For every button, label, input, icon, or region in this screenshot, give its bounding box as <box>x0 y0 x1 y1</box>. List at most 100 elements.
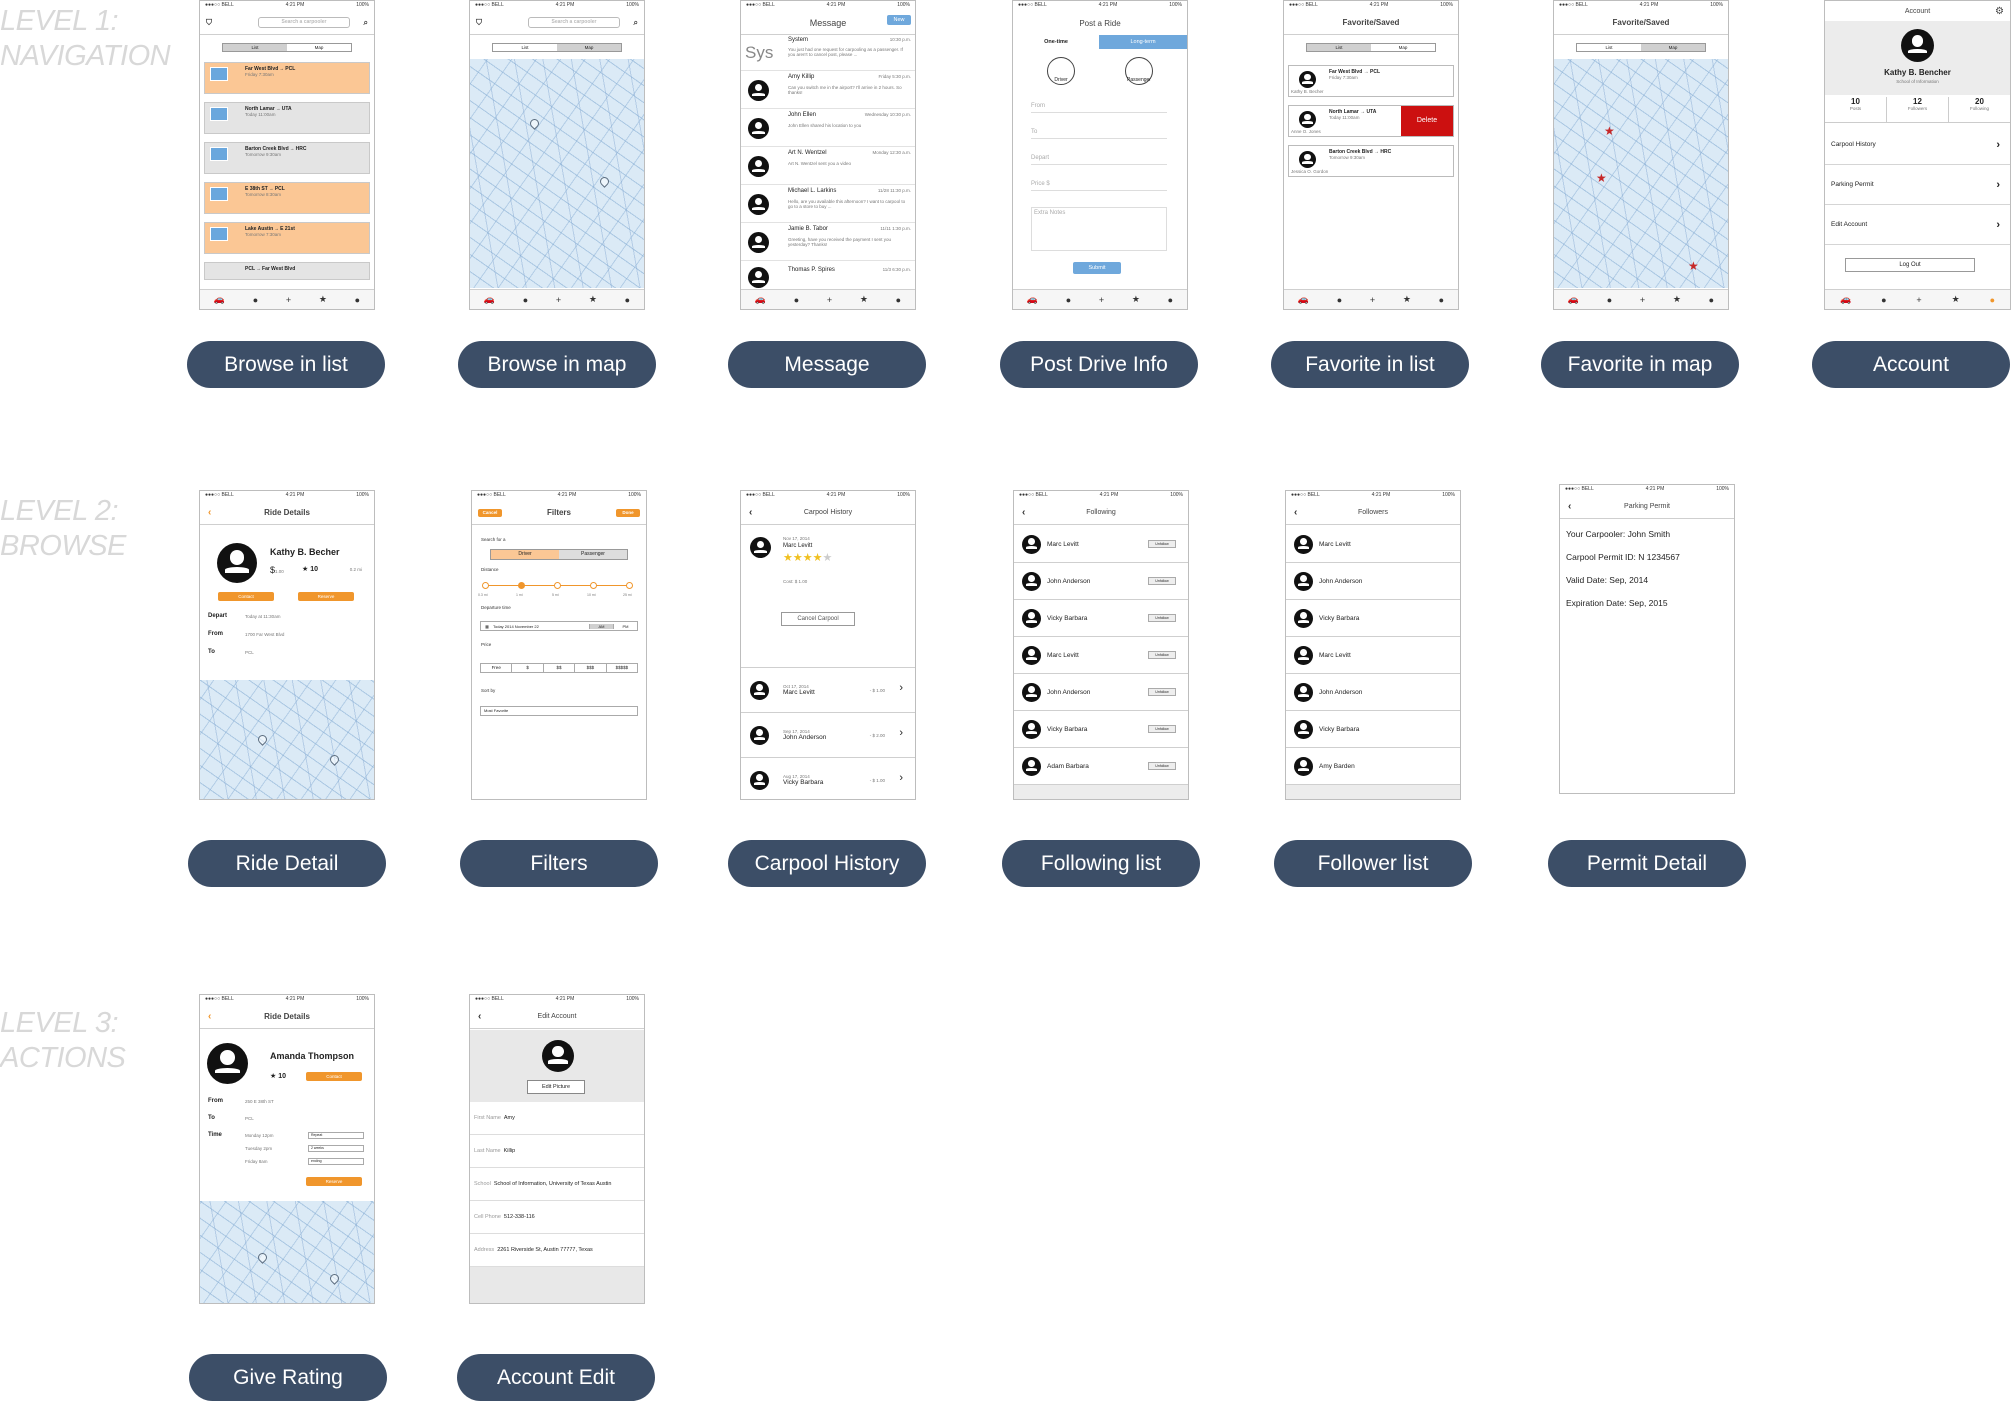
star-icon[interactable]: ★ <box>860 294 868 305</box>
history-row[interactable]: Sep 17, 2014 John Anderson - $ 2.00 › <box>741 713 915 758</box>
logout-button[interactable]: Log Out <box>1845 258 1975 272</box>
car-icon[interactable]: 🚗 <box>214 294 225 305</box>
back-icon[interactable]: ‹ <box>478 1011 481 1022</box>
notes-field[interactable]: Extra Notes <box>1031 207 1167 251</box>
pm-toggle[interactable]: PM <box>613 623 637 629</box>
unfollow-button[interactable]: Unfollow <box>1148 762 1176 770</box>
list-item[interactable]: Jamie B. Tabor 11/11 1:30 p.m. Greeting, h… <box>741 223 915 261</box>
to-field[interactable]: To <box>1031 129 1167 139</box>
cancel-carpool-button[interactable]: Cancel Carpool <box>781 612 855 626</box>
tab-map[interactable]: Map <box>1371 44 1435 51</box>
list-item[interactable]: John Anderson Unfollow <box>1014 674 1188 711</box>
done-button[interactable]: Done <box>616 509 640 517</box>
map-pin-icon[interactable] <box>598 175 611 188</box>
list-item[interactable]: Marc Levitt Unfollow <box>1014 526 1188 563</box>
person-icon[interactable]: ● <box>355 295 360 305</box>
favorite-star-icon[interactable]: ★ <box>1604 124 1615 138</box>
list-item[interactable]: Amy Killip Friday 5:30 p.m. Can you switch… <box>741 71 915 109</box>
history-row[interactable]: Oct 17, 2014 Marc Levitt - $ 1.00 › <box>741 668 915 713</box>
chat-icon[interactable]: ● <box>794 295 799 305</box>
search-input[interactable]: Search a carpooler <box>528 17 620 28</box>
chat-icon[interactable]: ● <box>1066 295 1071 305</box>
address-field[interactable]: Address 2261 Riverside St, Austin 77777, … <box>470 1234 644 1267</box>
search-icon[interactable]: ⌕ <box>364 18 368 28</box>
slider-stop[interactable] <box>626 582 633 589</box>
unfollow-button[interactable]: Unfollow <box>1148 725 1176 733</box>
map-view[interactable] <box>200 680 374 799</box>
unfollow-button[interactable]: Unfollow <box>1148 651 1176 659</box>
star-icon[interactable]: ★ <box>1132 294 1140 305</box>
list-item[interactable]: John Anderson Unfollow <box>1014 563 1188 600</box>
cell-phone-field[interactable]: Cell Phone 512-338-116 <box>470 1201 644 1234</box>
departure-picker[interactable]: ▦ Today 2014 November 22 AM PM <box>480 621 638 631</box>
map-view[interactable]: ★ ★ ★ <box>1554 59 1728 288</box>
tab-list[interactable]: List <box>1307 44 1371 51</box>
favorite-star-icon[interactable]: ★ <box>1688 259 1699 273</box>
list-item[interactable]: Vicky Barbara <box>1286 711 1460 748</box>
ride-card[interactable]: North Lamar → UTA Today 11:00am <box>204 102 370 134</box>
repeat-select[interactable]: Repeat <box>308 1132 364 1139</box>
map-pin-icon[interactable] <box>328 1272 341 1285</box>
person-icon[interactable]: ● <box>625 295 630 305</box>
car-icon[interactable]: 🚗 <box>1840 294 1851 305</box>
from-field[interactable]: From <box>1031 103 1167 113</box>
back-icon[interactable]: ‹ <box>1022 507 1025 518</box>
map-pin-icon[interactable] <box>528 117 541 130</box>
map-pin-icon[interactable] <box>328 753 341 766</box>
list-item[interactable]: Art N. Wentzel Monday 12:30 a.m. Art N. We… <box>741 147 915 185</box>
am-toggle[interactable]: AM <box>589 623 613 629</box>
repeat-select[interactable]: 2 weeks <box>308 1145 364 1152</box>
reserve-button[interactable]: Reserve <box>298 592 354 601</box>
ride-card[interactable]: Barton Creek Blvd → HRC Tomorrow 9:30am <box>204 142 370 174</box>
star-icon[interactable]: ★ <box>319 294 327 305</box>
search-input[interactable]: Search a carpooler <box>258 17 350 28</box>
unfollow-button[interactable]: Unfollow <box>1148 577 1176 585</box>
list-item[interactable]: Amy Barden <box>1286 748 1460 785</box>
star-icon[interactable]: ★ <box>589 294 597 305</box>
rating-stars[interactable]: ★★★★★ <box>783 551 832 564</box>
person-icon[interactable]: ● <box>1990 295 1995 305</box>
chat-icon[interactable]: ● <box>253 295 258 305</box>
star-icon[interactable]: ★ <box>1403 294 1411 305</box>
list-item[interactable]: Marc Levitt Unfollow <box>1014 637 1188 674</box>
depart-field[interactable]: Depart <box>1031 155 1167 165</box>
plus-icon[interactable]: + <box>1099 295 1104 305</box>
driver-option[interactable]: Driver <box>1047 57 1075 85</box>
car-icon[interactable]: 🚗 <box>1568 294 1579 305</box>
plus-icon[interactable]: + <box>827 295 832 305</box>
chat-icon[interactable]: ● <box>1337 295 1342 305</box>
menu-item-carpool-history[interactable]: Carpool History › <box>1825 125 2010 165</box>
list-item[interactable]: Michael L. Larkins 11/28 11:30 p.m. Hello,… <box>741 185 915 223</box>
gear-icon[interactable]: ⚙ <box>1995 6 2004 17</box>
back-icon[interactable]: ‹ <box>1294 507 1297 518</box>
back-icon[interactable]: ‹ <box>208 507 211 518</box>
history-row[interactable]: Aug 17, 2014 Vicky Barbara - $ 1.00 › <box>741 758 915 799</box>
ride-card[interactable]: E 38th ST → PCL Tomorrow 8:30am <box>204 182 370 214</box>
segment-driver[interactable]: Driver <box>491 550 559 559</box>
menu-item-edit-account[interactable]: Edit Account › <box>1825 205 2010 245</box>
cancel-button[interactable]: Cancel <box>478 509 502 517</box>
chat-icon[interactable]: ● <box>1607 295 1612 305</box>
person-icon[interactable]: ● <box>1709 295 1714 305</box>
favorite-row[interactable]: Far West Blvd → PCL Friday 7:30am Kathy B.… <box>1288 65 1454 97</box>
list-item[interactable]: John Anderson <box>1286 674 1460 711</box>
slider-stop[interactable] <box>554 582 561 589</box>
list-map-toggle[interactable]: List Map <box>1306 43 1436 52</box>
map-view[interactable] <box>470 59 644 288</box>
chat-icon[interactable]: ● <box>1881 295 1886 305</box>
filter-icon[interactable]: ⛉ <box>476 18 482 28</box>
back-icon[interactable]: ‹ <box>208 1011 211 1022</box>
ride-card[interactable]: PCL → Far West Blvd <box>204 262 370 280</box>
price-option[interactable]: $$$$$ <box>607 664 637 672</box>
ride-card[interactable]: Far West Blvd → PCL Friday 7:30am <box>204 62 370 94</box>
price-option[interactable]: $ <box>512 664 544 672</box>
list-item[interactable]: Vicky Barbara <box>1286 600 1460 637</box>
unfollow-button[interactable]: Unfollow <box>1148 688 1176 696</box>
tab-one-time[interactable]: One-time <box>1013 35 1099 49</box>
list-item[interactable]: Adam Barbara Unfollow <box>1014 748 1188 785</box>
price-option[interactable]: $$$ <box>575 664 607 672</box>
ride-card[interactable]: Lake Austin → E 21st Tomorrow 7:30am <box>204 222 370 254</box>
filter-icon[interactable]: ⛉ <box>206 18 212 28</box>
back-icon[interactable]: ‹ <box>1568 501 1571 512</box>
tab-map[interactable]: Map <box>557 44 621 51</box>
